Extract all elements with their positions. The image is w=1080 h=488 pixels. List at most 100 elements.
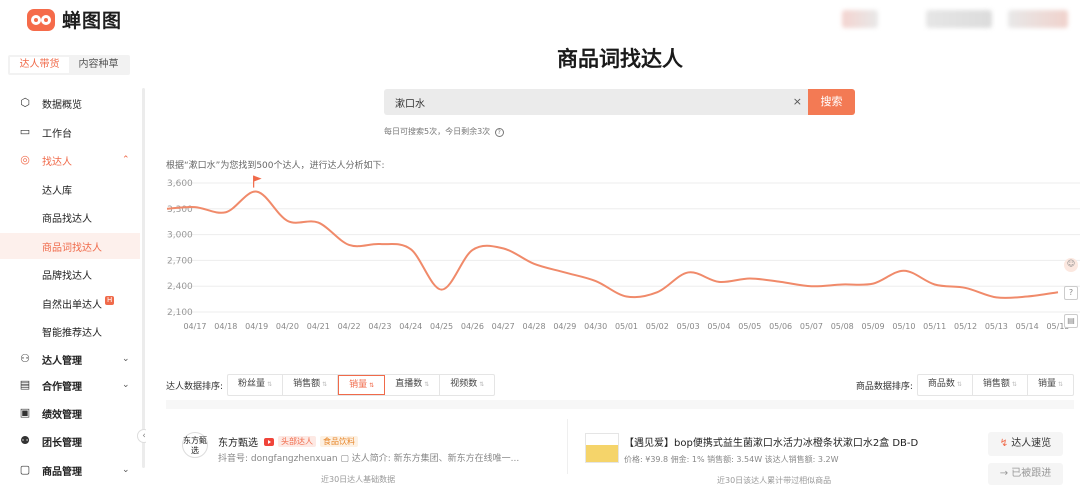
sort-label: 销售额 bbox=[982, 379, 1010, 389]
product-title[interactable]: 【遇见爱】bop便携式益生菌漱口水活力冰橙条状漱口水2盒 DB-D bbox=[624, 434, 918, 449]
x-tick-label: 05/05 bbox=[738, 322, 761, 331]
followed-button[interactable]: → 已被跟进 bbox=[988, 463, 1063, 485]
chevron-up-icon: ⌃ bbox=[122, 155, 130, 165]
x-tick-label: 04/28 bbox=[523, 322, 546, 331]
sidebar-item-coop-manage[interactable]: ▤ 合作管理 ⌄ bbox=[0, 372, 140, 398]
talent-sort-label: 达人数据排序: bbox=[166, 381, 224, 392]
sidebar-item-performance[interactable]: ▣ 绩效管理 bbox=[0, 400, 140, 426]
sort-label: 粉丝量 bbox=[238, 379, 266, 389]
search-button[interactable]: 搜索 bbox=[808, 89, 855, 115]
feedback-icon[interactable]: ▤ bbox=[1064, 314, 1078, 328]
sidebar-item-find-talent[interactable]: ◎ 找达人 ⌃ bbox=[0, 147, 140, 173]
sidebar-item-label: 达人库 bbox=[42, 185, 72, 197]
sidebar-item-overview[interactable]: ⬡ 数据概览 bbox=[0, 90, 140, 116]
douyin-video-icon bbox=[264, 437, 274, 446]
chart-icon: ▣ bbox=[19, 406, 31, 419]
sidebar-scrollbar[interactable] bbox=[142, 88, 145, 468]
box-icon: ▢ bbox=[19, 463, 31, 476]
x-tick-label: 05/14 bbox=[1016, 322, 1039, 331]
search-quota-text: 每日可搜索5次，今日剩余3次 bbox=[384, 127, 491, 136]
talent-name[interactable]: 东方甄选 bbox=[218, 434, 258, 449]
product-sort-group: 商品数 ⇅ 销售额 ⇅ 销量 ⇅ bbox=[916, 374, 1074, 396]
sidebar-item-workbench[interactable]: ▭ 工作台 bbox=[0, 119, 140, 145]
x-tick-label: 04/26 bbox=[461, 322, 484, 331]
sidebar-item-product-find[interactable]: 商品找达人 bbox=[0, 204, 140, 230]
tag-head-talent: 头部达人 bbox=[278, 436, 316, 447]
x-tick-label: 04/18 bbox=[214, 322, 237, 331]
sort-label: 直播数 bbox=[395, 379, 423, 389]
sort-label: 销售额 bbox=[293, 379, 321, 389]
peak-flag-icon bbox=[253, 175, 262, 182]
x-tick-label: 04/24 bbox=[399, 322, 422, 331]
assistant-icon[interactable]: ☺ bbox=[1064, 258, 1078, 272]
monitor-icon: ▭ bbox=[19, 125, 31, 138]
product-image[interactable] bbox=[585, 433, 619, 463]
similar-products-label[interactable]: 近30日该达人累计带过相似商品 bbox=[717, 475, 831, 486]
sidebar-item-natural-orders[interactable]: 自然出单达人 H bbox=[0, 290, 140, 316]
sidebar-item-talent-manage[interactable]: ⚇ 达人管理 ⌄ bbox=[0, 346, 140, 372]
sort-fans-button[interactable]: 粉丝量 ⇅ bbox=[228, 375, 284, 395]
x-tick-label: 04/23 bbox=[368, 322, 391, 331]
x-tick-label: 04/30 bbox=[584, 322, 607, 331]
x-tick-label: 05/10 bbox=[892, 322, 915, 331]
sort-live-button[interactable]: 直播数 ⇅ bbox=[385, 375, 441, 395]
x-tick-label: 04/19 bbox=[245, 322, 268, 331]
y-tick-label: 3,000 bbox=[167, 231, 193, 241]
sidebar-item-label: 找达人 bbox=[42, 156, 72, 168]
sidebar-item-keyword-find[interactable]: 商品词找达人 bbox=[0, 233, 140, 259]
chevron-down-icon: ⌄ bbox=[122, 380, 130, 390]
cube-icon: ⬡ bbox=[20, 96, 30, 109]
sidebar-item-brand-find[interactable]: 品牌找达人 bbox=[0, 261, 140, 287]
logo-icon bbox=[27, 8, 55, 31]
sort-sales-amount-button[interactable]: 销售额 ⇅ bbox=[283, 375, 339, 395]
clear-icon[interactable]: × bbox=[793, 95, 802, 108]
sort-product-count-button[interactable]: 商品数 ⇅ bbox=[918, 375, 973, 395]
tab-content-seeding[interactable]: 内容种草 bbox=[69, 57, 128, 73]
x-tick-label: 05/08 bbox=[831, 322, 854, 331]
brand-name: 蝉图图 bbox=[62, 10, 123, 32]
series-line bbox=[166, 190, 1059, 299]
tag-category: 食品饮料 bbox=[320, 436, 358, 447]
hot-badge: H bbox=[105, 295, 115, 305]
x-tick-label: 04/20 bbox=[276, 322, 299, 331]
sidebar-item-talent-library[interactable]: 达人库 bbox=[0, 176, 140, 202]
sort-arrows-icon: ⇅ bbox=[956, 381, 962, 388]
x-tick-label: 05/09 bbox=[862, 322, 885, 331]
person-circle-icon: ◎ bbox=[20, 153, 30, 166]
sidebar-item-label: 合作管理 bbox=[42, 381, 82, 393]
talent-preview-button[interactable]: ↯ 达人速览 bbox=[988, 432, 1063, 456]
result-hint: 根据“漱口水”为您找到500个达人，进行达人分析如下: bbox=[166, 161, 385, 171]
sort-product-volume-button[interactable]: 销量 ⇅ bbox=[1028, 375, 1073, 395]
talent-basic-data-label[interactable]: 近30日达人基础数据 bbox=[321, 474, 395, 485]
help-icon[interactable]: ? bbox=[494, 128, 504, 137]
sort-product-sales-button[interactable]: 销售额 ⇅ bbox=[973, 375, 1028, 395]
y-tick-label: 3,600 bbox=[167, 179, 193, 189]
lightning-icon: ↯ bbox=[999, 438, 1009, 449]
sidebar-item-product-manage[interactable]: ▢ 商品管理 ⌄ bbox=[0, 457, 140, 483]
search-input[interactable] bbox=[384, 89, 794, 115]
sidebar-item-smart-recommend[interactable]: 智能推荐达人 bbox=[0, 318, 140, 344]
sidebar-item-leader-manage[interactable]: ⚉ 团长管理 bbox=[0, 428, 140, 454]
x-tick-label: 05/02 bbox=[646, 322, 669, 331]
y-tick-label: 2,400 bbox=[167, 282, 193, 292]
x-tick-label: 05/04 bbox=[707, 322, 730, 331]
sort-label: 销量 bbox=[1037, 379, 1056, 389]
blurred-item bbox=[842, 10, 878, 28]
sort-volume-button[interactable]: 销量 ⇅ bbox=[338, 375, 386, 395]
x-tick-label: 04/22 bbox=[338, 322, 361, 331]
tab-talent-sales[interactable]: 达人带货 bbox=[10, 57, 69, 73]
help-doc-icon[interactable]: ? bbox=[1064, 286, 1078, 300]
x-tick-label: 05/07 bbox=[800, 322, 823, 331]
sidebar-item-label: 工作台 bbox=[42, 128, 72, 140]
logo[interactable]: 蝉图图 bbox=[26, 6, 122, 33]
sort-label: 视频数 bbox=[450, 379, 478, 389]
x-tick-label: 05/12 bbox=[954, 322, 977, 331]
page-title: 商品词找达人 bbox=[557, 47, 683, 71]
x-tick-label: 05/01 bbox=[615, 322, 638, 331]
avatar[interactable]: 东方甄选 bbox=[182, 432, 208, 458]
talent-name-row: 东方甄选 头部达人 食品饮料 bbox=[218, 434, 358, 449]
sort-video-button[interactable]: 视频数 ⇅ bbox=[440, 375, 494, 395]
y-tick-label: 2,700 bbox=[167, 256, 193, 266]
sidebar-item-text: 自然出单达人 bbox=[42, 299, 102, 311]
sidebar-item-label: 智能推荐达人 bbox=[42, 327, 102, 339]
